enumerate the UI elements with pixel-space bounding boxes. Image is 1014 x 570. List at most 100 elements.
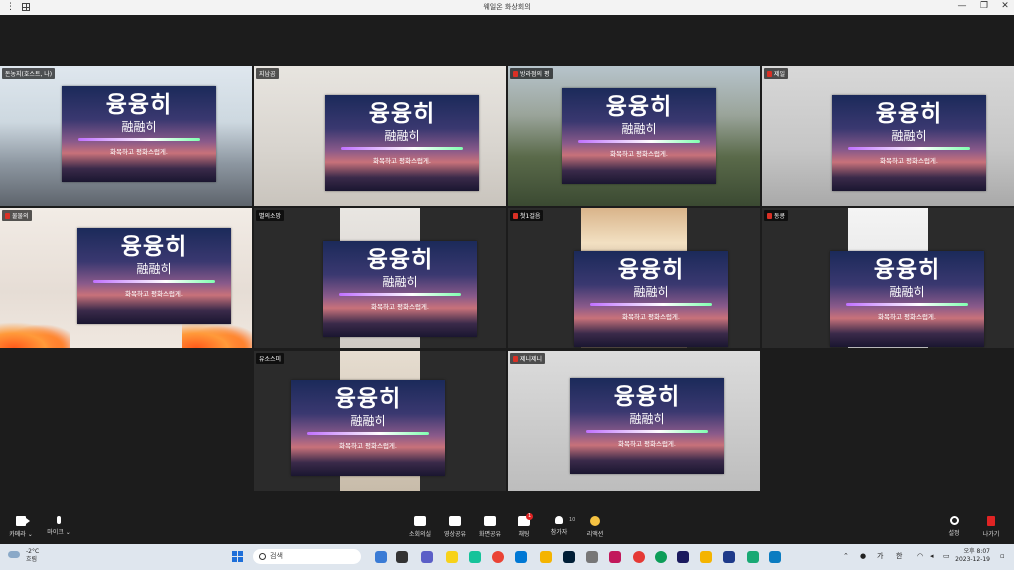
overlay-sub-text: 融融히 — [350, 414, 386, 428]
whale-browser-icon[interactable] — [469, 551, 481, 563]
temperature: -2°C — [26, 548, 40, 555]
participants-icon: 10 — [555, 516, 575, 524]
overlay-bar — [578, 140, 700, 143]
video-share-icon — [449, 516, 461, 526]
video-share-button[interactable]: 영상공유 — [440, 516, 470, 538]
chat-button[interactable]: 1 채팅 — [512, 513, 536, 538]
app-icon[interactable] — [723, 551, 735, 563]
photoshop-icon[interactable] — [563, 551, 575, 563]
mic-button[interactable]: 마이크 ⌄ — [44, 516, 74, 536]
participants-label: 참가자 — [550, 529, 568, 536]
overlay-main-text: 융융히 — [875, 101, 943, 127]
reaction-button[interactable]: 리액션 — [582, 516, 608, 538]
overlay-caption: 화목하고 평화스럽게. — [110, 148, 168, 156]
participant-tile[interactable]: 방라점의 평 융융히 融融히 화목하고 평화스럽게. — [508, 66, 760, 206]
reaction-label: 리액션 — [586, 531, 604, 538]
taskview-icon[interactable] — [375, 551, 387, 563]
leave-button[interactable]: 나가기 — [978, 516, 1004, 538]
camera-label: 카메라 — [9, 531, 26, 538]
chat-label: 채팅 — [518, 531, 530, 538]
widgets-icon[interactable] — [396, 551, 408, 563]
taskbar-search[interactable]: 검색 — [253, 549, 361, 564]
overlay-bar — [78, 138, 200, 141]
camera-icon — [16, 516, 30, 526]
chat-icon: 1 — [518, 513, 534, 526]
app-icon[interactable] — [769, 551, 781, 563]
overlay-caption: 화목하고 평화스럽게. — [880, 157, 938, 165]
breakout-room-label: 소회의실 — [408, 531, 432, 538]
mic-tray-icon[interactable]: ● — [860, 552, 866, 560]
notification-icon[interactable]: ▫ — [1000, 552, 1005, 560]
mic-muted-icon — [513, 356, 518, 362]
overlay-caption: 화목하고 평화스럽게. — [339, 442, 397, 450]
overlay-bar — [93, 280, 215, 283]
caption-overlay: 융융히 融融히 화목하고 평화스럽게. — [77, 228, 231, 324]
gear-icon — [949, 516, 959, 525]
teams-icon[interactable] — [421, 551, 433, 563]
app-icon[interactable] — [609, 551, 621, 563]
app-icon[interactable] — [515, 551, 527, 563]
screen-share-button[interactable]: 화면공유 — [475, 516, 505, 538]
participant-tile[interactable]: 별의소망 융융히 融融히 화목하고 평화스럽게. — [254, 208, 506, 348]
app-icon[interactable] — [747, 551, 759, 563]
participant-name: 돈농지(호스트, 나) — [2, 68, 56, 79]
participant-tile[interactable]: 제일 융융히 融融히 화목하고 평화스럽게. — [762, 66, 1014, 206]
participant-tile[interactable]: 지남곰 융융히 融融히 화목하고 평화스럽게. — [254, 66, 506, 206]
overlay-main-text: 융융히 — [617, 257, 685, 283]
fire-decoration — [0, 322, 70, 348]
windows-start-icon[interactable] — [232, 551, 244, 563]
participant-name: 동콩 — [764, 210, 789, 221]
participant-tile[interactable]: 돈농지(호스트, 나) 융융히 融融히 화목하고 평화스럽게. — [0, 66, 252, 206]
minimize-button[interactable]: — — [955, 1, 969, 11]
breakout-room-icon — [414, 516, 426, 526]
exit-icon — [987, 516, 995, 526]
restore-button[interactable]: ❐ — [977, 1, 991, 11]
participant-tile[interactable]: 첫1걸음 융융히 融融히 화목하고 평화스럽게. — [508, 208, 760, 348]
participants-button[interactable]: 10 참가자 — [546, 516, 575, 536]
close-button[interactable]: ✕ — [998, 1, 1012, 11]
participant-name: 방라점의 평 — [510, 68, 553, 79]
battery-icon[interactable]: ▭ — [943, 552, 950, 560]
participant-tile[interactable]: 물물의 융융히 融融히 화목하고 평화스럽게. — [0, 208, 252, 348]
wifi-icon[interactable]: ◠ — [917, 552, 923, 560]
caption-overlay: 융융히 融融히 화목하고 평화스럽게. — [570, 378, 724, 474]
edge-icon[interactable] — [655, 551, 667, 563]
camera-button[interactable]: 카메라 ⌄ — [8, 516, 34, 538]
chevron-up-icon[interactable]: ⌃ — [843, 552, 849, 560]
breakout-room-button[interactable]: 소회의실 — [405, 516, 435, 538]
chat-unread-badge: 1 — [526, 513, 534, 520]
overlay-caption: 화목하고 평화스럽게. — [373, 157, 431, 165]
ime-indicator[interactable]: 가 — [877, 551, 883, 561]
caption-overlay: 융융히 融融히 화목하고 평화스럽게. — [574, 251, 728, 347]
file-explorer-icon[interactable] — [540, 551, 552, 563]
overlay-bar — [339, 293, 461, 296]
clock-date: 2023-12-19 — [955, 556, 990, 563]
overlay-bar — [846, 303, 968, 306]
premiere-icon[interactable] — [677, 551, 689, 563]
overlay-bar — [341, 147, 463, 150]
participant-name: 유소스미 — [256, 353, 285, 364]
overlay-caption: 화목하고 평화스럽게. — [125, 290, 183, 298]
overlay-main-text: 융융히 — [105, 92, 173, 118]
search-placeholder: 검색 — [270, 552, 283, 560]
participant-tile[interactable]: 제니제니 융융히 融融히 화목하고 평화스럽게. — [508, 351, 760, 491]
system-clock[interactable]: 오후 8:07 2023-12-19 — [955, 548, 990, 564]
app-icon[interactable] — [586, 551, 598, 563]
caption-overlay: 융융히 融融히 화목하고 평화스럽게. — [62, 86, 216, 182]
screen-share-icon — [484, 516, 496, 526]
kakaotalk-icon[interactable] — [446, 551, 458, 563]
overlay-main-text: 융융히 — [366, 247, 434, 273]
settings-button[interactable]: 설정 — [943, 516, 965, 537]
overlay-sub-text: 融融히 — [121, 120, 157, 134]
mic-muted-icon — [513, 213, 518, 219]
volume-icon[interactable]: ◂ — [930, 552, 934, 560]
chrome-icon[interactable] — [492, 551, 504, 563]
mic-muted-icon — [767, 213, 772, 219]
folder-icon[interactable] — [700, 551, 712, 563]
meeting-toolbar: 카메라 ⌄ 마이크 ⌄ 소회의실 영상공유 화면공유 1 채팅 10 참가자 리… — [0, 513, 1014, 544]
participant-tile[interactable]: 유소스미 융융히 融融히 화목하고 평화스럽게. — [254, 351, 506, 491]
participant-tile[interactable]: 동콩 융융히 融融히 화목하고 평화스럽게. — [762, 208, 1014, 348]
ime-language[interactable]: 한 — [896, 551, 902, 561]
app-icon[interactable] — [633, 551, 645, 563]
leave-label: 나가기 — [982, 531, 1000, 538]
